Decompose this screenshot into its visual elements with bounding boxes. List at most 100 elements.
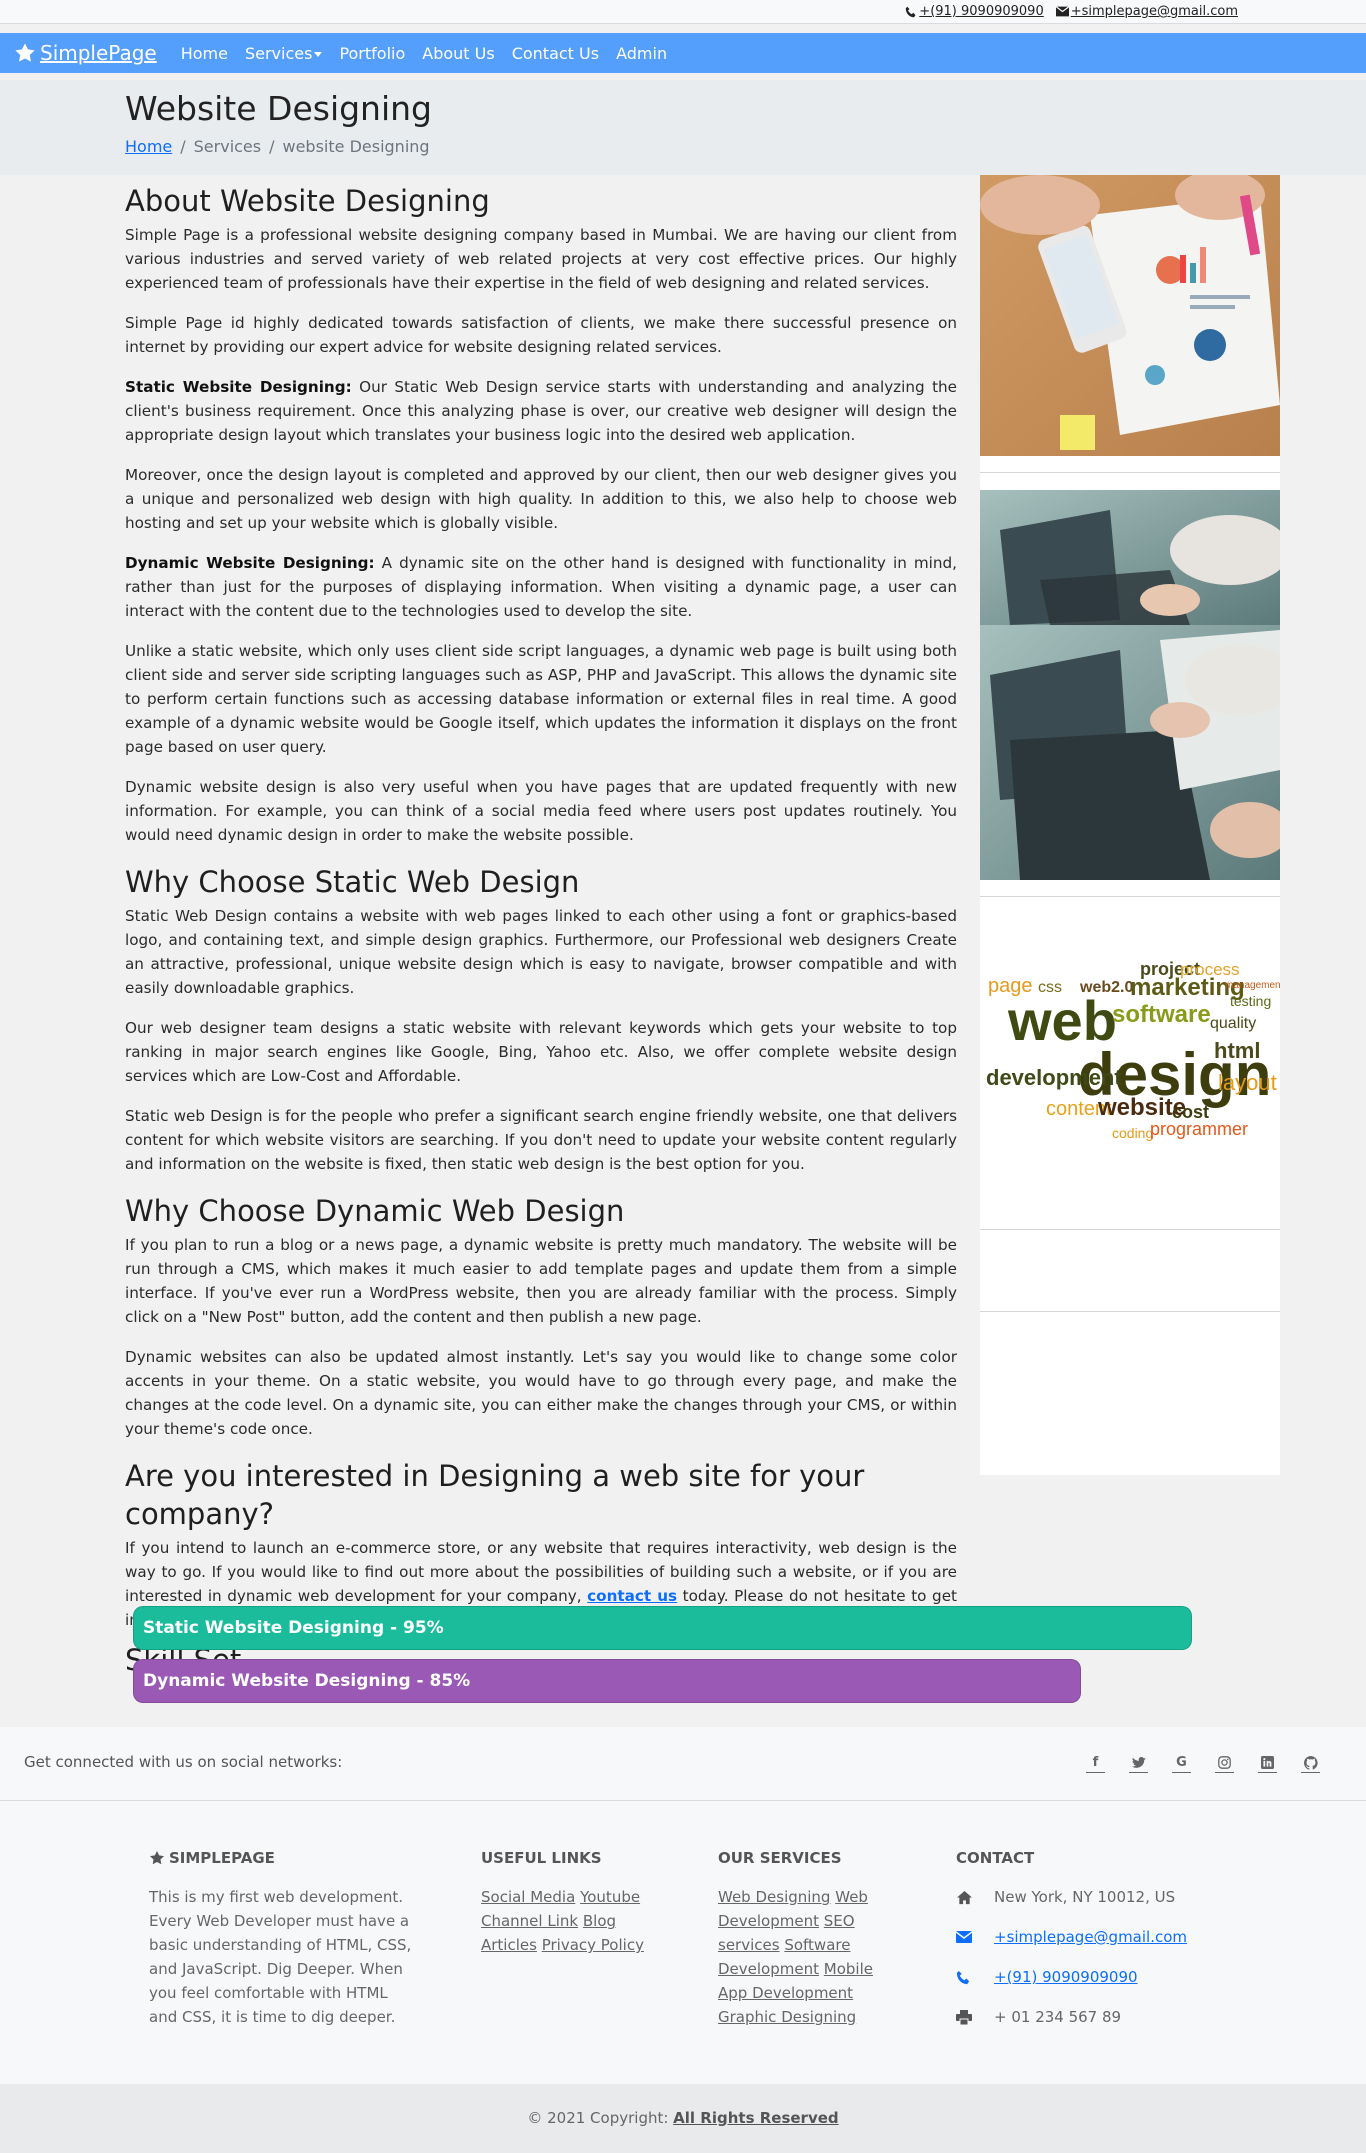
contact-address: New York, NY 10012, US (994, 1888, 1176, 1906)
contact-email-link[interactable]: +simplepage@gmail.com (994, 1925, 1187, 1949)
copyright-text: © 2021 Copyright: (527, 2109, 674, 2127)
home-icon (957, 1890, 972, 1904)
breadcrumb: Home / Services / website Designing (125, 137, 430, 156)
main-content: About Website Designing Simple Page is a… (125, 182, 957, 1675)
our-services-heading: OUR SERVICES (718, 1849, 842, 1867)
footer-link-social-media[interactable]: Social Media (481, 1888, 575, 1906)
footer-useful-links-column: USEFUL LINKS Social Media Youtube Channe… (481, 1849, 651, 1957)
footer-services-column: OUR SERVICES Web Designing Web Developme… (718, 1849, 878, 2029)
top-email-link[interactable]: +simplepage@gmail.com (1071, 4, 1238, 19)
phone-charts-image (980, 175, 1280, 456)
nav-portfolio[interactable]: Portfolio (339, 44, 405, 63)
all-rights-reserved-link[interactable]: All Rights Reserved (673, 2109, 838, 2127)
caret-down-icon (314, 51, 323, 57)
about-paragraph: Moreover, once the design layout is comp… (125, 466, 957, 532)
footer-link-youtube[interactable]: Youtube (580, 1888, 640, 1906)
why-dynamic-paragraph: If you plan to run a blog or a news page… (125, 1236, 957, 1326)
page-title: Website Designing (125, 89, 433, 128)
footer-about-column: SIMPLEPAGE This is my first web developm… (149, 1849, 414, 2029)
github-icon[interactable] (1301, 1753, 1320, 1773)
word-cloud-word: layout (1218, 1070, 1277, 1095)
page-header: Website Designing Home / Services / website … (0, 80, 1366, 175)
why-dynamic-heading: Why Choose Dynamic Web Design (125, 1194, 625, 1228)
dynamic-design-label: Dynamic Website Designing: (125, 554, 375, 572)
contact-us-link[interactable]: contact us (587, 1587, 677, 1605)
contact-phone-row: +(91) 9090909090 (956, 1965, 1246, 1989)
word-cloud-word: coding (1112, 1125, 1153, 1141)
phone-icon (906, 6, 916, 17)
brand-link[interactable]: SimplePage (14, 41, 157, 65)
nav-admin[interactable]: Admin (616, 44, 667, 63)
skill-bar-static: Static Website Designing - 95% (133, 1606, 1192, 1650)
word-cloud-word: development (986, 1065, 1122, 1090)
word-cloud-word: programmer (1150, 1119, 1248, 1139)
social-text: Get connected with us on social networks… (24, 1753, 343, 1771)
star-icon (150, 1851, 164, 1865)
contact-fax-row: + 01 234 567 89 (956, 2005, 1246, 2029)
footer-contact-column: CONTACT New York, NY 10012, US +simplepa… (956, 1849, 1246, 2045)
nav-about-us[interactable]: About Us (422, 44, 494, 63)
static-design-paragraph: Static Website Designing: Our Static Web… (125, 375, 957, 447)
contact-heading: CONTACT (956, 1849, 1035, 1867)
word-cloud-word: testing (1230, 993, 1271, 1009)
twitter-icon[interactable] (1129, 1753, 1148, 1773)
static-design-label: Static Website Designing: (125, 378, 352, 396)
contact-fax: + 01 234 567 89 (994, 2008, 1122, 2026)
nav-home[interactable]: Home (181, 44, 228, 63)
why-dynamic-paragraph: Dynamic websites can also be updated alm… (125, 1348, 957, 1438)
footer-link-channel-link[interactable]: Channel Link (481, 1912, 578, 1930)
contact-email-row: +simplepage@gmail.com (956, 1925, 1246, 1949)
about-paragraph: Dynamic website design is also very usef… (125, 778, 957, 844)
laptop-hands-image (980, 490, 1280, 880)
footer-link-articles[interactable]: Articles (481, 1936, 537, 1954)
breadcrumb-services: Services (193, 137, 262, 156)
breadcrumb-separator: / (180, 137, 186, 156)
top-contact-bar: +(91) 9090909090 +simplepage@gmail.com (0, 0, 1366, 24)
social-icons: f G (1086, 1753, 1320, 1773)
footer-about-text: This is my first web development. Every … (149, 1888, 412, 2026)
interested-heading: Are you interested in Designing a web si… (125, 1459, 865, 1531)
useful-links-heading: USEFUL LINKS (481, 1849, 602, 1867)
site-footer: SIMPLEPAGE This is my first web developm… (0, 1801, 1366, 2084)
word-cloud-word: html (1214, 1038, 1260, 1063)
instagram-icon[interactable] (1215, 1753, 1234, 1773)
about-paragraph: Unlike a static website, which only uses… (125, 642, 957, 756)
top-phone-link[interactable]: +(91) 9090909090 (919, 4, 1043, 19)
why-static-paragraph: Static web Design is for the people who … (125, 1107, 957, 1173)
about-paragraph: Simple Page is a professional website de… (125, 226, 957, 292)
google-icon[interactable]: G (1172, 1753, 1191, 1773)
web-design-word-cloud-image: project process page css web2.0 marketin… (980, 900, 1280, 1200)
main-navbar: SimplePage Home Services Portfolio About… (0, 33, 1366, 73)
footer-link-privacy-policy[interactable]: Privacy Policy (542, 1936, 644, 1954)
sidebar-divider (980, 472, 1280, 473)
footer-service-graphic-designing[interactable]: Graphic Designing (718, 2008, 856, 2026)
nav-services-dropdown[interactable]: Services (244, 43, 323, 63)
star-icon (15, 43, 35, 62)
social-bar: Get connected with us on social networks… (0, 1727, 1366, 1801)
why-static-paragraph: Our web designer team designs a static w… (125, 1019, 957, 1085)
contact-phone-link[interactable]: +(91) 9090909090 (994, 1965, 1138, 1989)
nav-contact-us[interactable]: Contact Us (512, 44, 599, 63)
breadcrumb-home[interactable]: Home (125, 137, 172, 156)
sidebar-divider (980, 896, 1280, 897)
printer-icon (956, 2009, 972, 2025)
skill-bar-dynamic: Dynamic Website Designing - 85% (133, 1659, 1081, 1703)
footer-service-web-designing[interactable]: Web Designing (718, 1888, 830, 1906)
footer-link-blog[interactable]: Blog (583, 1912, 616, 1930)
brand-name: SimplePage (40, 41, 157, 65)
breadcrumb-separator: / (269, 137, 275, 156)
facebook-icon[interactable]: f (1086, 1753, 1105, 1773)
envelope-icon (956, 1931, 972, 1943)
dynamic-design-paragraph: Dynamic Website Designing: A dynamic sit… (125, 551, 957, 623)
linkedin-icon[interactable] (1258, 1753, 1277, 1773)
sidebar-divider (980, 1311, 1280, 1312)
footer-brand-name: SIMPLEPAGE (169, 1849, 275, 1867)
sidebar-images: project process page css web2.0 marketin… (980, 175, 1280, 1475)
why-static-paragraph: Static Web Design contains a website wit… (125, 907, 957, 997)
word-cloud-word: quality (1210, 1015, 1256, 1032)
contact-address-row: New York, NY 10012, US (956, 1885, 1246, 1909)
why-static-heading: Why Choose Static Web Design (125, 865, 580, 899)
sidebar-divider (980, 1229, 1280, 1230)
about-paragraph: Simple Page id highly dedicated towards … (125, 314, 957, 356)
nav-services-label: Services (244, 43, 313, 63)
